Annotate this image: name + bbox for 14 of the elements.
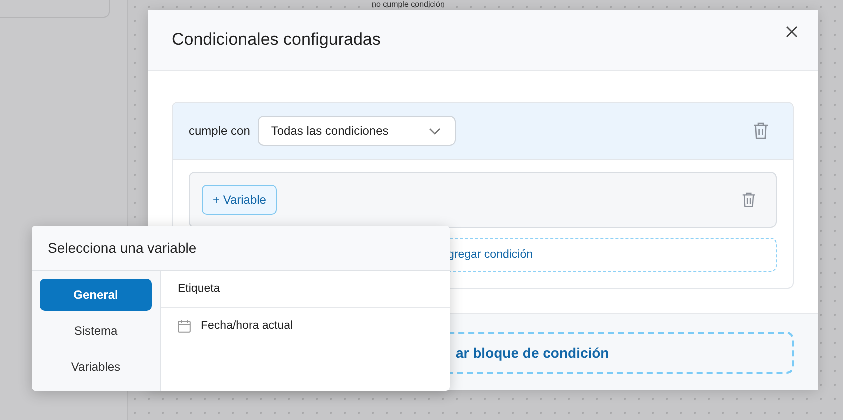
- match-label: cumple con: [189, 124, 250, 138]
- calendar-icon: [178, 320, 191, 332]
- category-tab[interactable]: General: [40, 279, 152, 311]
- trash-icon[interactable]: [753, 122, 769, 140]
- close-icon: [786, 26, 798, 38]
- category-tab[interactable]: Sistema: [40, 315, 152, 347]
- category-tab[interactable]: Variables: [40, 351, 152, 383]
- variable-button[interactable]: + Variable: [202, 185, 278, 215]
- trash-icon[interactable]: [742, 192, 756, 208]
- variable-item[interactable]: Etiqueta: [161, 271, 450, 308]
- dialog-title: Condicionales configuradas: [172, 30, 381, 50]
- match-select[interactable]: Todas las condiciones: [258, 116, 456, 146]
- node-label: no cumple condición: [372, 0, 445, 9]
- chevron-icon: [429, 128, 442, 134]
